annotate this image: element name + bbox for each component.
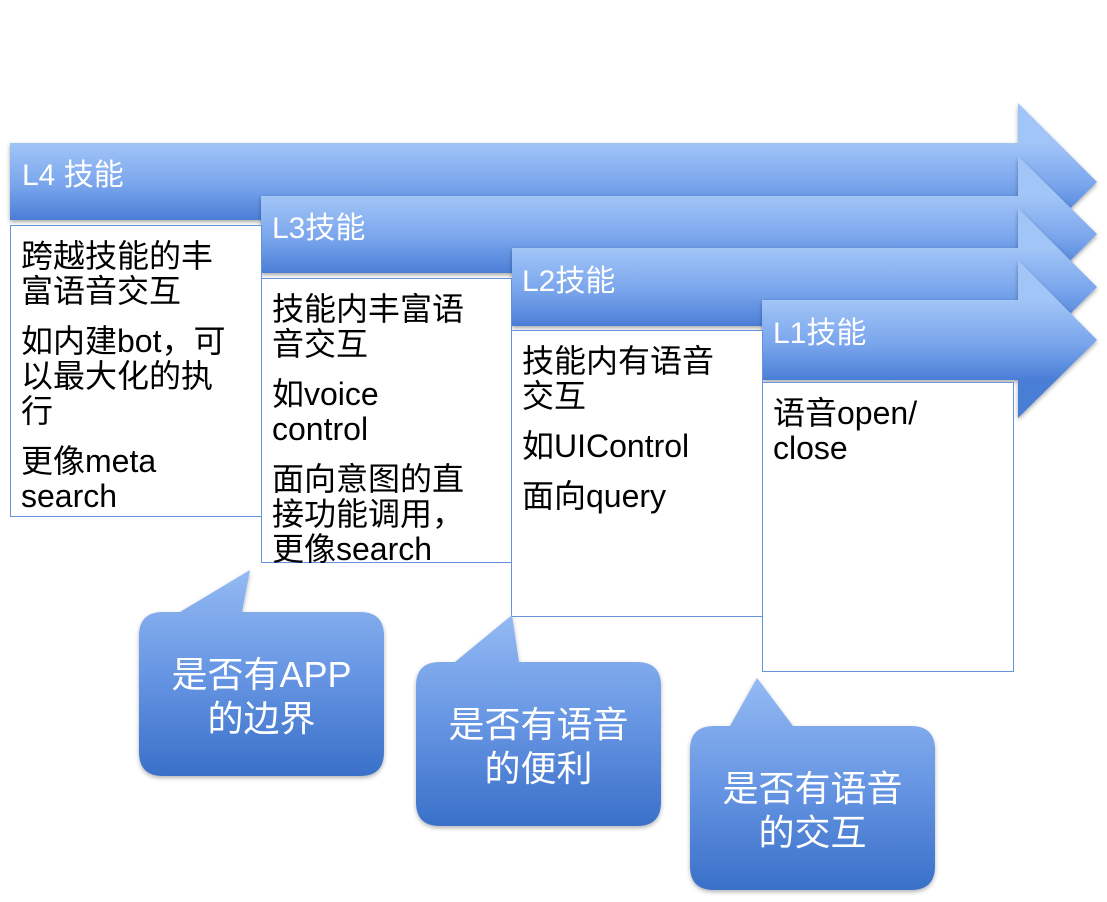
callout-text-line: 的便利 [484, 748, 593, 789]
callout-text-1: 是否有APP 的边界 [139, 653, 384, 741]
callout-text-line: 是否有语音 [722, 768, 903, 809]
callout-text-3: 是否有语音 的交互 [690, 767, 935, 855]
callout-text-line: 是否有APP [171, 654, 352, 695]
callout-text-line: 的交互 [758, 812, 867, 853]
callout-text-line: 是否有语音 [448, 704, 629, 745]
callout-text-2: 是否有语音 的便利 [416, 703, 661, 791]
callout-text-line: 的边界 [207, 698, 316, 739]
